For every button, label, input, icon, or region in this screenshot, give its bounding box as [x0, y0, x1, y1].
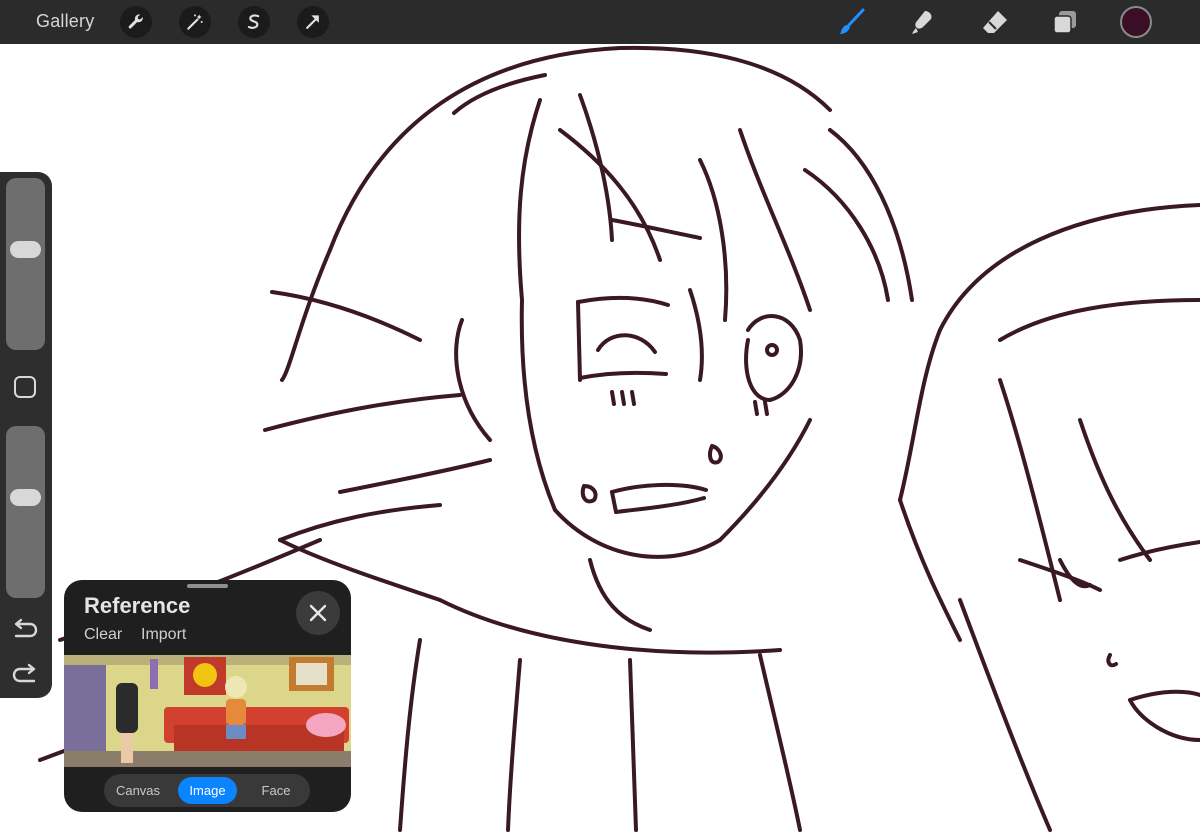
reference-image	[64, 655, 351, 767]
selection-s-icon	[247, 14, 260, 29]
actions-button[interactable]	[120, 6, 152, 38]
reference-drag-handle[interactable]	[187, 584, 228, 588]
color-picker-button[interactable]	[1120, 6, 1152, 38]
brush-opacity-thumb[interactable]	[10, 488, 41, 506]
reference-image-art	[64, 655, 351, 767]
transform-arrow-icon	[306, 15, 319, 29]
brush-button[interactable]	[835, 6, 867, 38]
tab-canvas[interactable]: Canvas	[107, 777, 169, 804]
selection-button[interactable]	[238, 6, 270, 38]
reference-title: Reference	[84, 593, 191, 618]
brush-size-thumb[interactable]	[10, 240, 41, 258]
wrench-icon	[128, 14, 143, 29]
redo-icon[interactable]	[12, 663, 38, 685]
eraser-button[interactable]	[979, 6, 1011, 38]
eraser-icon	[983, 11, 1007, 33]
transform-button[interactable]	[297, 6, 329, 38]
tab-face[interactable]: Face	[246, 777, 306, 804]
reference-import-button[interactable]: Import	[141, 626, 186, 644]
top-toolbar: Gallery	[0, 0, 1200, 44]
magic-wand-icon	[187, 14, 203, 30]
tab-image[interactable]: Image	[178, 777, 237, 804]
smudge-icon	[912, 11, 932, 34]
layers-button[interactable]	[1049, 6, 1081, 38]
adjustments-button[interactable]	[179, 6, 211, 38]
brush-icon	[840, 8, 865, 34]
reference-mode-segmented-control: Canvas Image Face	[104, 774, 310, 807]
left-sidebar	[0, 172, 52, 698]
modify-button[interactable]	[14, 376, 36, 398]
brush-opacity-slider[interactable]	[6, 426, 45, 598]
reference-panel: Reference Clear Import Canvas Image Face	[64, 580, 351, 812]
undo-icon[interactable]	[12, 618, 38, 640]
brush-size-slider[interactable]	[6, 178, 45, 350]
reference-clear-button[interactable]: Clear	[84, 626, 122, 644]
gallery-button[interactable]: Gallery	[36, 11, 94, 32]
reference-close-button[interactable]	[296, 591, 340, 635]
smudge-button[interactable]	[907, 6, 939, 38]
layers-icon	[1053, 11, 1076, 34]
close-icon	[309, 604, 327, 622]
